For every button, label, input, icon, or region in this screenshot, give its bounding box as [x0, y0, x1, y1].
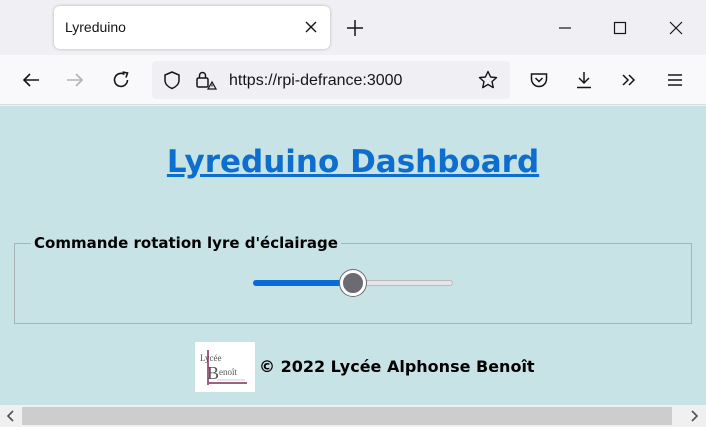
- svg-text:enoît: enoît: [219, 367, 237, 377]
- scrollbar-thumb[interactable]: [22, 407, 672, 425]
- url-bar[interactable]: https://rpi-defrance:3000: [152, 61, 510, 99]
- tab-title: Lyreduino: [65, 19, 126, 35]
- rotation-slider[interactable]: [253, 270, 453, 296]
- shield-icon[interactable]: [161, 69, 183, 91]
- overflow-chevron-icon[interactable]: [618, 69, 640, 91]
- star-icon[interactable]: [477, 69, 499, 91]
- back-arrow-icon[interactable]: [20, 69, 42, 91]
- control-legend: Commande rotation lyre d'éclairage: [34, 234, 338, 252]
- navigation-toolbar: https://rpi-defrance:3000: [0, 55, 706, 105]
- page-title[interactable]: Lyreduino Dashboard: [0, 144, 706, 180]
- scroll-right-icon[interactable]: [686, 408, 702, 424]
- svg-text:Lycée: Lycée: [200, 353, 222, 363]
- forward-arrow-icon: [67, 73, 84, 87]
- download-icon[interactable]: [573, 69, 595, 91]
- lock-icon[interactable]: [193, 69, 217, 91]
- horizontal-scrollbar[interactable]: [0, 405, 706, 427]
- browser-tab[interactable]: Lyreduino: [54, 6, 330, 49]
- plus-icon[interactable]: [344, 17, 366, 39]
- url-text[interactable]: https://rpi-defrance:3000: [229, 72, 402, 90]
- slider-thumb[interactable]: [340, 270, 366, 296]
- close-icon[interactable]: [301, 17, 321, 37]
- window-close-icon[interactable]: [665, 17, 687, 39]
- reload-icon[interactable]: [110, 69, 132, 91]
- slider-fill: [253, 280, 353, 286]
- school-logo: Lycée B enoît: [195, 342, 255, 392]
- footer-copyright: © 2022 Lycée Alphonse Benoît: [259, 357, 535, 376]
- scroll-left-icon[interactable]: [3, 408, 19, 424]
- minimize-icon[interactable]: [554, 17, 576, 39]
- pocket-icon[interactable]: [528, 69, 550, 91]
- menu-icon[interactable]: [664, 69, 686, 91]
- page-content: Lyreduino Dashboard Commande rotation ly…: [0, 106, 706, 405]
- maximize-icon[interactable]: [609, 17, 631, 39]
- tab-strip: Lyreduino: [0, 0, 706, 55]
